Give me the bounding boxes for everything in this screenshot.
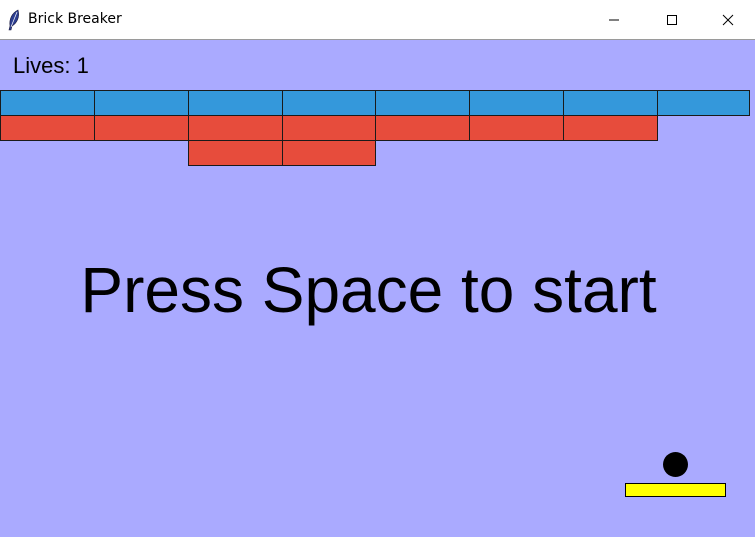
brick-red	[375, 115, 470, 141]
brick-red	[94, 115, 189, 141]
window-title: Brick Breaker	[28, 11, 122, 27]
brick-red	[282, 140, 376, 166]
feather-icon	[8, 9, 19, 31]
maximize-button[interactable]	[643, 0, 701, 39]
brick-red	[282, 115, 376, 141]
ball	[663, 452, 688, 477]
close-icon	[722, 14, 733, 25]
start-prompt: Press Space to start	[80, 254, 657, 326]
title-bar[interactable]: Brick Breaker	[0, 0, 755, 40]
lives-counter: Lives: 1	[13, 53, 89, 78]
brick-blue	[0, 90, 95, 116]
brick-blue	[375, 90, 470, 116]
close-button[interactable]	[700, 0, 755, 39]
brick-red	[0, 115, 95, 141]
brick-blue	[282, 90, 376, 116]
brick-red	[469, 115, 564, 141]
maximize-icon	[667, 14, 677, 25]
brick-blue	[657, 90, 750, 116]
brick-blue	[563, 90, 658, 116]
game-canvas[interactable]: Lives: 1 Press Space to start	[0, 40, 755, 537]
app-window: Brick Breaker Lives: 1 Press Space to st…	[0, 0, 755, 537]
minimize-icon	[609, 19, 619, 20]
brick-red	[563, 115, 658, 141]
minimize-button[interactable]	[585, 0, 643, 39]
brick-red	[188, 140, 283, 166]
brick-blue	[188, 90, 283, 116]
brick-blue	[94, 90, 189, 116]
paddle[interactable]	[625, 483, 726, 497]
brick-blue	[469, 90, 564, 116]
brick-red	[188, 115, 283, 141]
